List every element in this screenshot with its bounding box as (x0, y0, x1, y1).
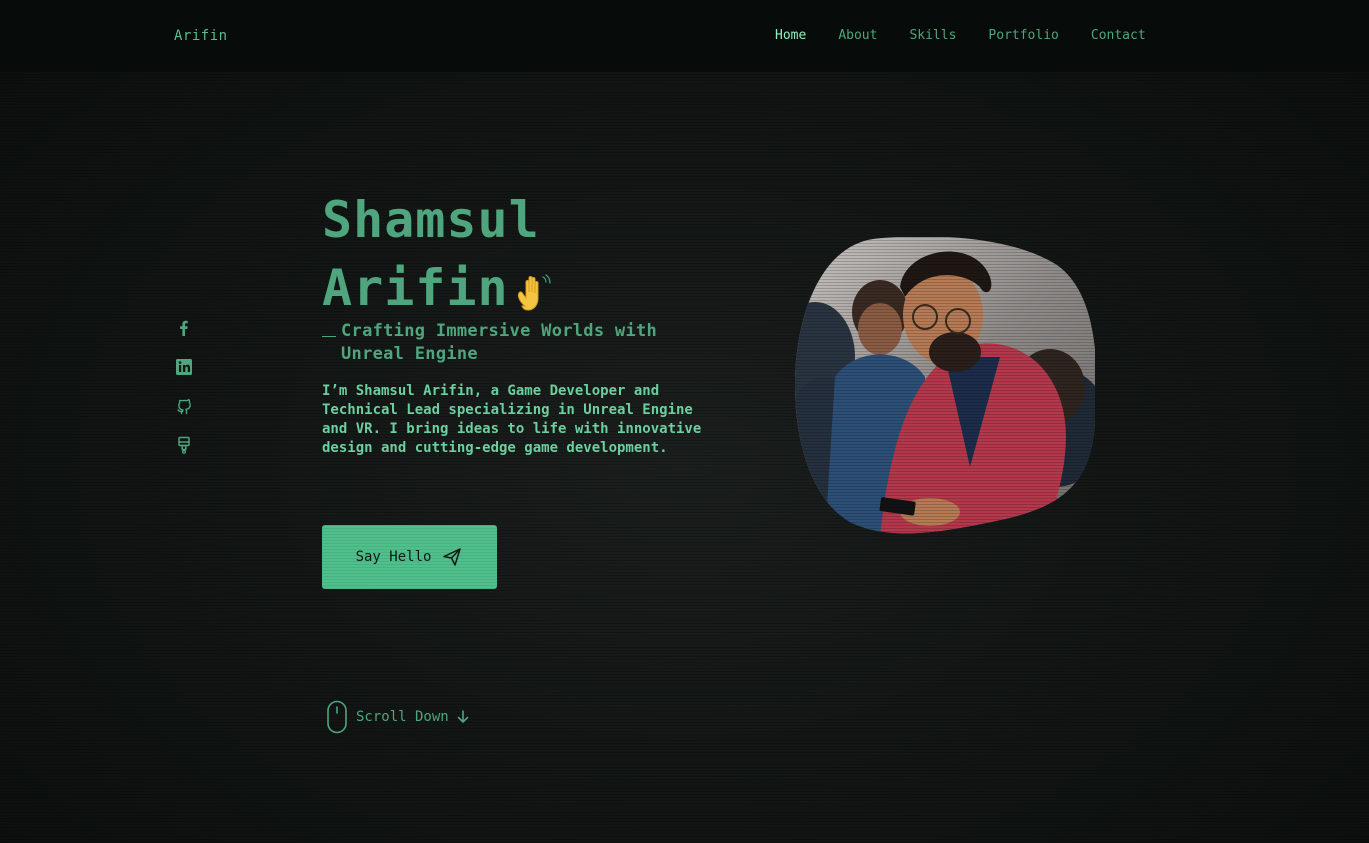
subtitle-dash (322, 336, 336, 337)
arrow-down-icon (457, 710, 469, 723)
profile-portrait (795, 237, 1095, 537)
hero-name: Shamsul Arifin (322, 186, 722, 322)
github-icon[interactable] (174, 396, 194, 416)
send-icon (443, 548, 462, 566)
nav-home[interactable]: Home (775, 28, 806, 43)
portrait-blob-image (795, 237, 1095, 534)
site-logo[interactable]: Arifin (174, 28, 228, 44)
facebook-icon[interactable] (174, 318, 194, 338)
main-nav: Home About Skills Portfolio Contact (775, 28, 1146, 43)
site-header: Arifin Home About Skills Portfolio Conta… (0, 0, 1369, 72)
mouse-icon (327, 700, 347, 734)
scroll-down-link[interactable]: Scroll Down (326, 700, 469, 734)
say-hello-button[interactable]: Say Hello (322, 525, 497, 589)
nav-about[interactable]: About (838, 28, 877, 43)
linkedin-icon[interactable] (174, 357, 194, 377)
nav-contact[interactable]: Contact (1091, 28, 1146, 43)
waving-hand-icon (517, 273, 551, 311)
hero-name-first: Shamsul (322, 191, 540, 249)
nav-portfolio[interactable]: Portfolio (988, 28, 1058, 43)
say-hello-label: Say Hello (355, 549, 432, 565)
scroll-down-label: Scroll Down (356, 709, 449, 725)
brush-icon[interactable] (174, 435, 194, 455)
hero-description: I’m Shamsul Arifin, a Game Developer and… (322, 383, 702, 456)
nav-skills[interactable]: Skills (909, 28, 956, 43)
hero-subtitle: Crafting Immersive Worlds with Unreal En… (341, 321, 658, 364)
social-links (174, 318, 194, 474)
hero-name-last: Arifin (322, 259, 509, 317)
